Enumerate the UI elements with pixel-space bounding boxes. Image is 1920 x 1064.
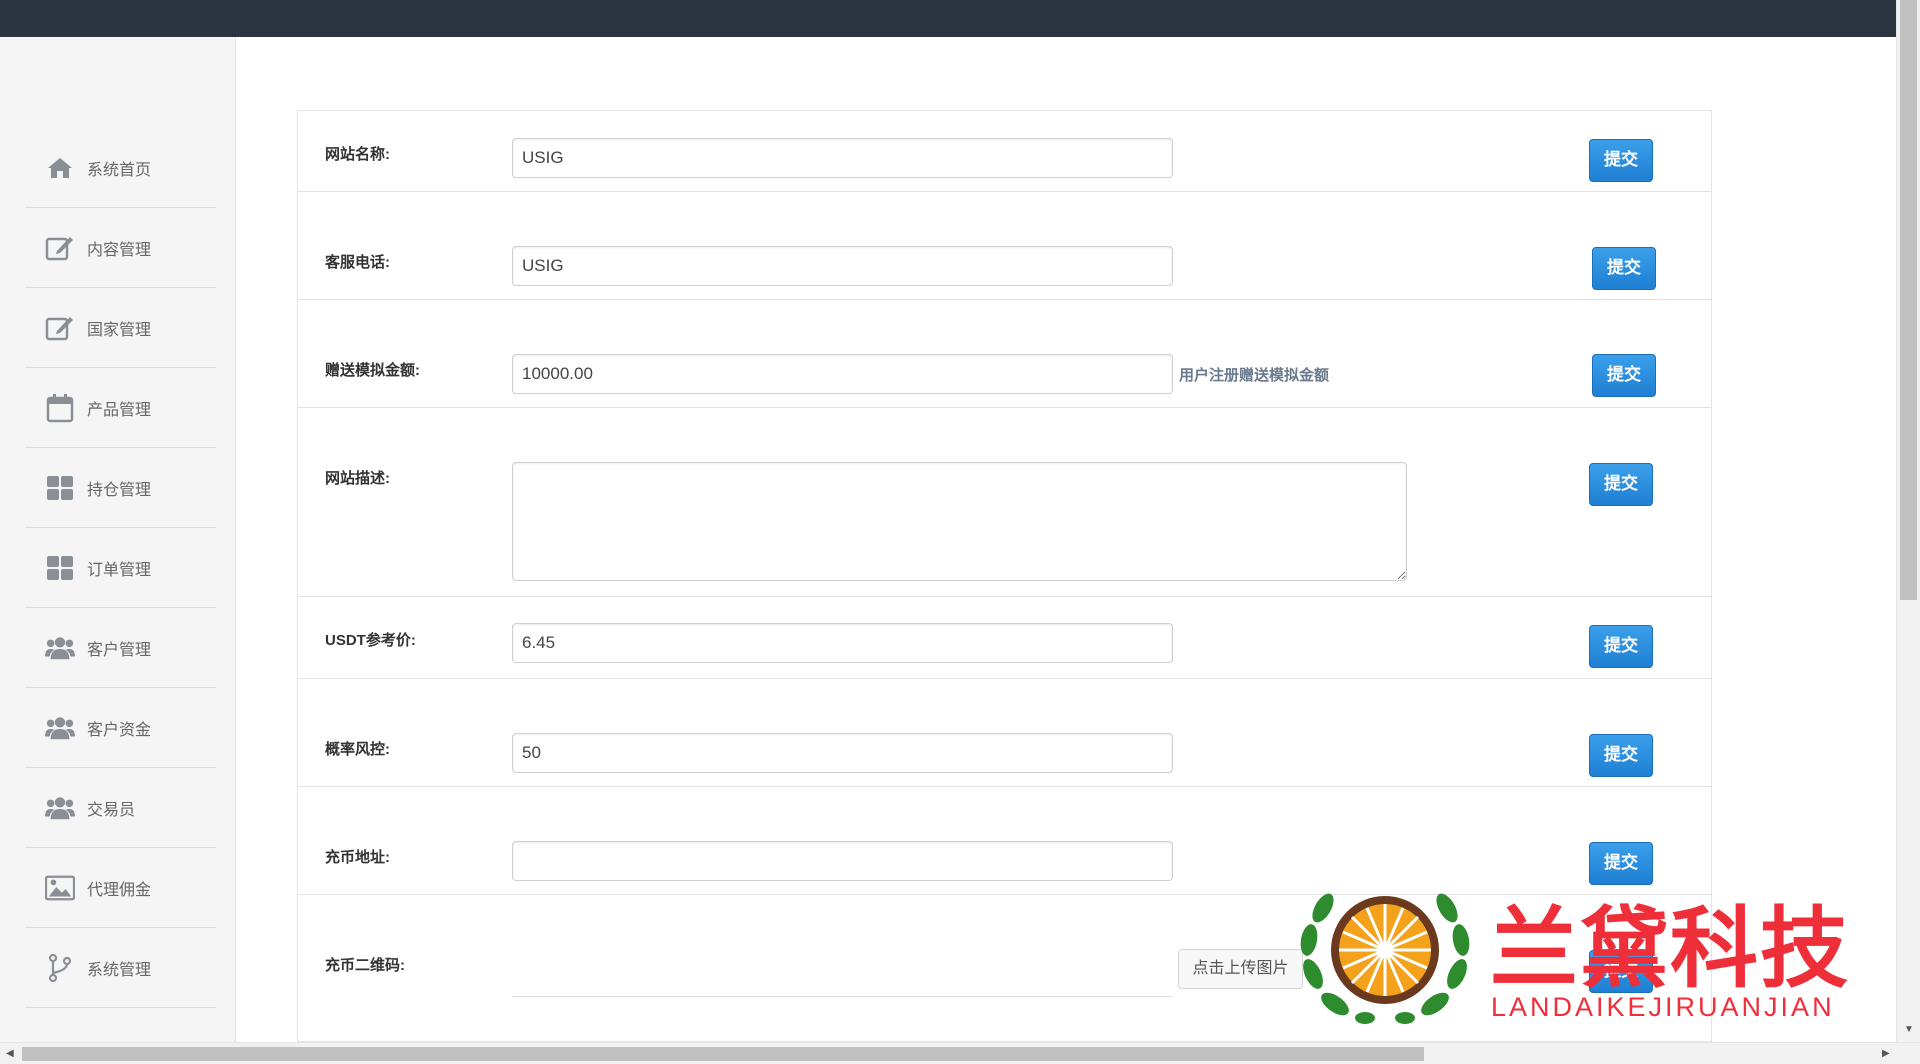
- form-row-demo-amount: 赠送模拟金额: 用户注册赠送模拟金额 提交: [298, 300, 1711, 408]
- sidebar-item-product[interactable]: 产品管理: [25, 368, 216, 448]
- field-label: 赠送模拟金额:: [325, 362, 420, 379]
- sidebar-item-label: 产品管理: [87, 401, 152, 419]
- submit-button[interactable]: 提交: [1589, 463, 1653, 506]
- form-row-service-phone: 客服电话: 提交: [298, 192, 1711, 300]
- upload-image-button[interactable]: 点击上传图片: [1178, 949, 1303, 989]
- horizontal-scrollbar[interactable]: ◀ ▶: [0, 1042, 1920, 1064]
- site-description-textarea[interactable]: [512, 462, 1407, 581]
- sidebar-item-customer-funds[interactable]: 客户资金: [25, 688, 216, 768]
- form-row-site-name: 网站名称: 提交: [298, 111, 1711, 192]
- sidebar-item-label: 客户资金: [87, 721, 152, 739]
- sidebar-item-content[interactable]: 内容管理: [25, 208, 216, 288]
- branch-icon: [45, 953, 75, 983]
- demo-amount-input[interactable]: [512, 354, 1173, 394]
- horizontal-scrollbar-thumb[interactable]: [22, 1047, 1424, 1061]
- submit-button[interactable]: 提交: [1589, 734, 1653, 777]
- calendar-icon: [45, 393, 75, 423]
- service-phone-input[interactable]: [512, 246, 1173, 286]
- watermark-english: LANDAIKEJIRUANJIAN: [1491, 992, 1835, 1022]
- grid-icon: [45, 473, 75, 503]
- edit-icon: [45, 233, 75, 263]
- qrcode-field: [512, 996, 1173, 997]
- watermark-chinese: 兰黛科技: [1490, 897, 1851, 1000]
- site-name-input[interactable]: [512, 138, 1173, 178]
- brand-logo-icon: [1295, 868, 1475, 1028]
- users-icon: [45, 633, 75, 663]
- sidebar-item-system[interactable]: 系统管理: [25, 928, 216, 1008]
- users-icon: [45, 793, 75, 823]
- sidebar-item-home[interactable]: 系统首页: [25, 128, 216, 208]
- top-navbar: [0, 0, 1896, 37]
- submit-button[interactable]: 提交: [1592, 354, 1656, 397]
- field-label: 概率风控:: [325, 741, 390, 758]
- field-label: 网站描述:: [325, 470, 390, 487]
- form-row-risk-control: 概率风控: 提交: [298, 679, 1711, 787]
- submit-button[interactable]: 提交: [1589, 625, 1653, 668]
- field-label: 网站名称:: [325, 146, 390, 163]
- sidebar-item-position[interactable]: 持仓管理: [25, 448, 216, 528]
- scroll-right-arrow-icon[interactable]: ▶: [1882, 1048, 1890, 1059]
- field-label: USDT参考价:: [325, 632, 416, 649]
- field-label: 客服电话:: [325, 254, 390, 271]
- sidebar-item-trader[interactable]: 交易员: [25, 768, 216, 848]
- sidebar-item-label: 交易员: [87, 801, 136, 819]
- vertical-scrollbar[interactable]: ▼: [1896, 0, 1920, 1042]
- field-hint: 用户注册赠送模拟金额: [1179, 367, 1330, 384]
- scroll-left-arrow-icon[interactable]: ◀: [6, 1048, 14, 1059]
- users-icon: [45, 713, 75, 743]
- watermark: 兰黛科技 LANDAIKEJIRUANJIAN: [1295, 868, 1895, 1028]
- home-icon: [45, 153, 75, 183]
- form-row-usdt-price: USDT参考价: 提交: [298, 597, 1711, 679]
- field-label: 充币地址:: [325, 849, 390, 866]
- sidebar-item-order[interactable]: 订单管理: [25, 528, 216, 608]
- grid-icon: [45, 553, 75, 583]
- sidebar-item-label: 系统首页: [87, 161, 152, 179]
- scroll-down-arrow-icon[interactable]: ▼: [1904, 1024, 1914, 1035]
- sidebar-item-label: 客户管理: [87, 641, 152, 659]
- sidebar-item-country[interactable]: 国家管理: [25, 288, 216, 368]
- image-icon: [45, 873, 75, 903]
- edit-icon: [45, 313, 75, 343]
- sidebar-item-label: 国家管理: [87, 321, 152, 339]
- usdt-price-input[interactable]: [512, 623, 1173, 663]
- submit-button[interactable]: 提交: [1589, 139, 1653, 182]
- vertical-scrollbar-thumb[interactable]: [1900, 0, 1917, 600]
- sidebar-item-agent-commission[interactable]: 代理佣金: [25, 848, 216, 928]
- field-label: 充币二维码:: [325, 957, 405, 974]
- sidebar-item-label: 内容管理: [87, 241, 152, 259]
- sidebar: 系统首页 内容管理 国家管理 产品管理 持仓管理 订单管理 客户管理 客户资金 …: [0, 37, 236, 1042]
- sidebar-item-label: 系统管理: [87, 961, 152, 979]
- form-row-site-description: 网站描述: 提交: [298, 408, 1711, 597]
- deposit-address-input[interactable]: [512, 841, 1173, 881]
- risk-control-input[interactable]: [512, 733, 1173, 773]
- sidebar-item-label: 代理佣金: [87, 881, 152, 899]
- sidebar-item-label: 持仓管理: [87, 481, 152, 499]
- sidebar-item-customer[interactable]: 客户管理: [25, 608, 216, 688]
- submit-button[interactable]: 提交: [1592, 247, 1656, 290]
- sidebar-item-label: 订单管理: [87, 561, 152, 579]
